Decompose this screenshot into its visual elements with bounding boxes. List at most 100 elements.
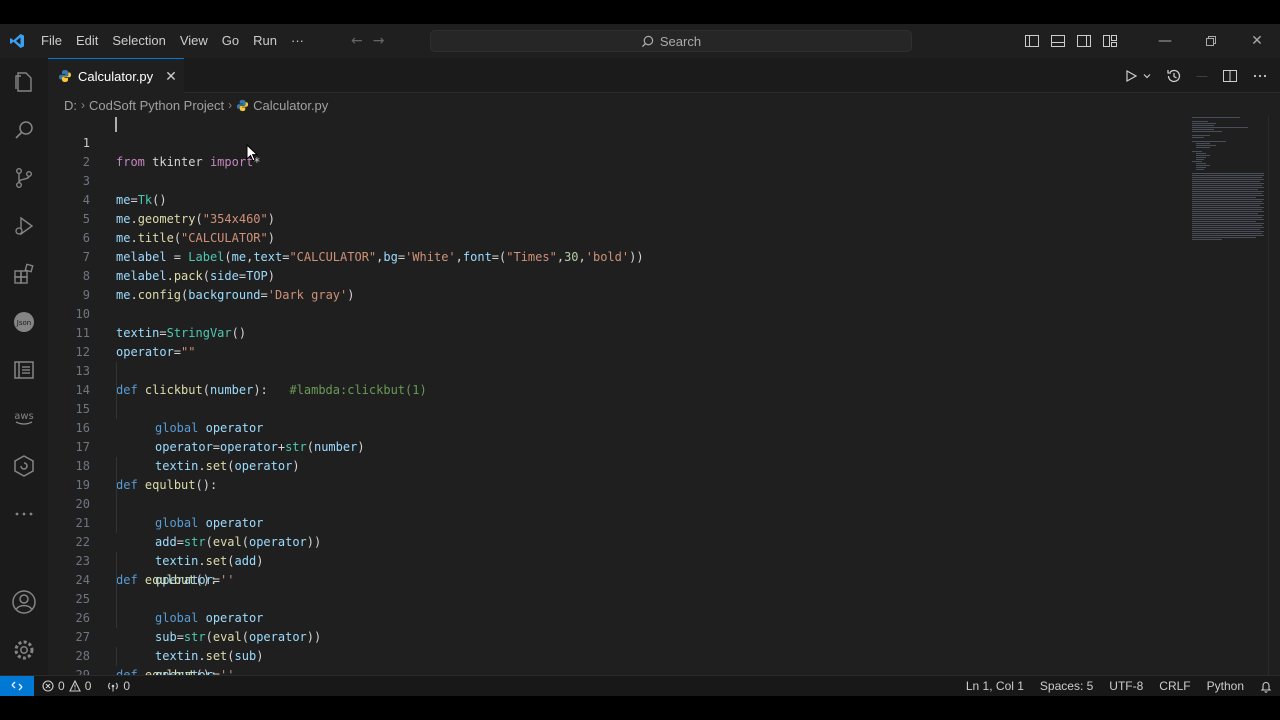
code-line[interactable]: 1 from tkinter import*	[48, 115, 1280, 169]
restore-button[interactable]	[1188, 24, 1234, 58]
indent-guide	[116, 552, 117, 571]
code-line[interactable]: 20 add=str(eval(operator))	[48, 476, 1280, 549]
menu-file[interactable]: File	[34, 24, 69, 58]
code-line[interactable]: 24 global operator	[48, 552, 1280, 625]
code-line[interactable]: 19 global operator	[48, 457, 1280, 530]
navigation-arrows: ← →	[351, 33, 384, 49]
toggle-primary-sidebar-icon[interactable]	[1024, 33, 1040, 49]
code-line[interactable]: 2	[48, 134, 1280, 169]
minimap[interactable]	[1190, 115, 1268, 245]
extensions-icon[interactable]	[0, 250, 48, 298]
code-line[interactable]: 5 me.title("CALCULATOR")	[48, 191, 1280, 245]
outline-icon[interactable]	[0, 346, 48, 394]
code-line[interactable]: 7 melabel.pack(side=TOP)	[48, 229, 1280, 283]
tab-calculator-py[interactable]: Calculator.py ✕	[48, 58, 184, 93]
warning-icon	[68, 680, 81, 692]
aws-icon[interactable]: aws	[0, 394, 48, 442]
code-line[interactable]: 29 global operator	[48, 647, 1280, 675]
code-line[interactable]: 17	[48, 419, 1280, 454]
code-line[interactable]: 23 def equlbut():	[48, 533, 1280, 587]
timeline-history-icon[interactable]	[1166, 68, 1182, 84]
vertical-scrollbar[interactable]	[1268, 115, 1280, 675]
split-editor-icon[interactable]	[1222, 68, 1238, 84]
code-line[interactable]: 18 def equlbut():	[48, 438, 1280, 492]
json-icon[interactable]: Json	[0, 298, 48, 346]
extension-hex-icon[interactable]	[0, 442, 48, 490]
menu-run[interactable]: Run	[246, 24, 284, 58]
close-tab-icon[interactable]: ✕	[165, 68, 177, 85]
search-icon[interactable]	[0, 106, 48, 154]
svg-text:aws: aws	[14, 411, 34, 422]
code-line[interactable]: 10 textin=StringVar()	[48, 286, 1280, 340]
warning-count: 0	[84, 679, 92, 693]
code-line[interactable]: 22 operator=''	[48, 514, 1280, 587]
remote-indicator-icon[interactable]	[0, 675, 34, 696]
customize-layout-icon[interactable]	[1102, 33, 1118, 49]
ports-indicator[interactable]: 0	[99, 679, 138, 693]
title-bar: File Edit Selection View Go Run ··· ← → …	[0, 24, 1280, 58]
code-line[interactable]: 13 def clickbut(number): #lambda:clickbu…	[48, 343, 1280, 397]
code-line[interactable]: 6 melabel = Label(me,text="CALCULATOR",b…	[48, 210, 1280, 264]
code-line[interactable]: 15 operator=operator+str(number)	[48, 381, 1280, 454]
code-line[interactable]: 25 sub=str(eval(operator))	[48, 571, 1280, 644]
search-icon	[641, 35, 654, 47]
code-line[interactable]: 11 operator=""	[48, 305, 1280, 359]
code-line[interactable]: 27 operator=''	[48, 609, 1280, 675]
code-line[interactable]: 8 me.config(background='Dark gray')	[48, 248, 1280, 302]
chevron-right-icon: ›	[81, 98, 85, 112]
indent-guide	[116, 381, 117, 400]
code-editor[interactable]: 1 from tkinter import* 2 3 me=Tk() 4 me.…	[48, 115, 1280, 675]
back-arrow-icon[interactable]: ←	[351, 33, 363, 49]
more-icon[interactable]	[0, 490, 48, 538]
menu-edit[interactable]: Edit	[69, 24, 105, 58]
run-dropdown-chevron-icon[interactable]	[1142, 71, 1152, 81]
explorer-icon[interactable]	[0, 58, 48, 106]
code-line[interactable]: 26 textin.set(sub)	[48, 590, 1280, 663]
breadcrumb-drive[interactable]: D:	[64, 98, 77, 113]
source-control-icon[interactable]	[0, 154, 48, 202]
run-python-file-icon[interactable]	[1124, 69, 1138, 83]
menu-bar: File Edit Selection View Go Run ···	[34, 24, 311, 58]
code-line[interactable]: 28 def equlbut():	[48, 628, 1280, 675]
notifications-bell-icon[interactable]	[1252, 680, 1280, 693]
indent-guide	[116, 495, 117, 514]
code-line[interactable]: 21 textin.set(add)	[48, 495, 1280, 568]
editor-actions: —	[1124, 58, 1268, 93]
indentation-setting[interactable]: Spaces: 5	[1032, 679, 1101, 693]
code-line[interactable]: 16 textin.set(operator)	[48, 400, 1280, 473]
code-line[interactable]: 12	[48, 324, 1280, 359]
menu-more[interactable]: ···	[284, 24, 311, 58]
breadcrumb: D: › CodSoft Python Project › Calculator…	[64, 96, 328, 114]
cursor-position[interactable]: Ln 1, Col 1	[958, 679, 1032, 693]
code-line[interactable]: 14 global operator	[48, 362, 1280, 435]
language-mode[interactable]: Python	[1199, 679, 1252, 693]
menu-selection[interactable]: Selection	[105, 24, 172, 58]
command-center-search[interactable]: Search	[430, 30, 912, 52]
menu-go[interactable]: Go	[215, 24, 246, 58]
indent-guide	[116, 476, 117, 495]
settings-gear-icon[interactable]	[0, 626, 48, 674]
breadcrumb-file[interactable]: Calculator.py	[253, 98, 328, 113]
problems-indicator[interactable]: 0 0	[34, 679, 99, 693]
indent-guide	[116, 609, 117, 628]
broadcast-icon	[108, 682, 119, 692]
line-ending-setting[interactable]: CRLF	[1151, 679, 1198, 693]
line-number: 29	[75, 668, 90, 675]
code-line[interactable]: 4 me.geometry("354x460")	[48, 172, 1280, 226]
code-line[interactable]: 9	[48, 267, 1280, 302]
toggle-secondary-sidebar-icon[interactable]	[1076, 33, 1092, 49]
forward-arrow-icon[interactable]: →	[373, 33, 385, 49]
encoding-setting[interactable]: UTF-8	[1101, 679, 1151, 693]
python-file-icon	[59, 70, 71, 82]
run-debug-icon[interactable]	[0, 202, 48, 250]
menu-view[interactable]: View	[173, 24, 215, 58]
code-line[interactable]: 3 me=Tk()	[48, 153, 1280, 207]
toggle-panel-icon[interactable]	[1050, 33, 1066, 49]
breadcrumb-folder[interactable]: CodSoft Python Project	[89, 98, 224, 113]
close-window-button[interactable]: ✕	[1234, 24, 1280, 58]
more-actions-icon[interactable]	[1252, 68, 1268, 84]
status-bar: 0 0 0 Ln 1, Col 1 Spaces: 5 UTF-8 CRLF P…	[0, 675, 1280, 696]
account-icon[interactable]	[0, 578, 48, 626]
minimize-button[interactable]: —	[1142, 24, 1188, 58]
